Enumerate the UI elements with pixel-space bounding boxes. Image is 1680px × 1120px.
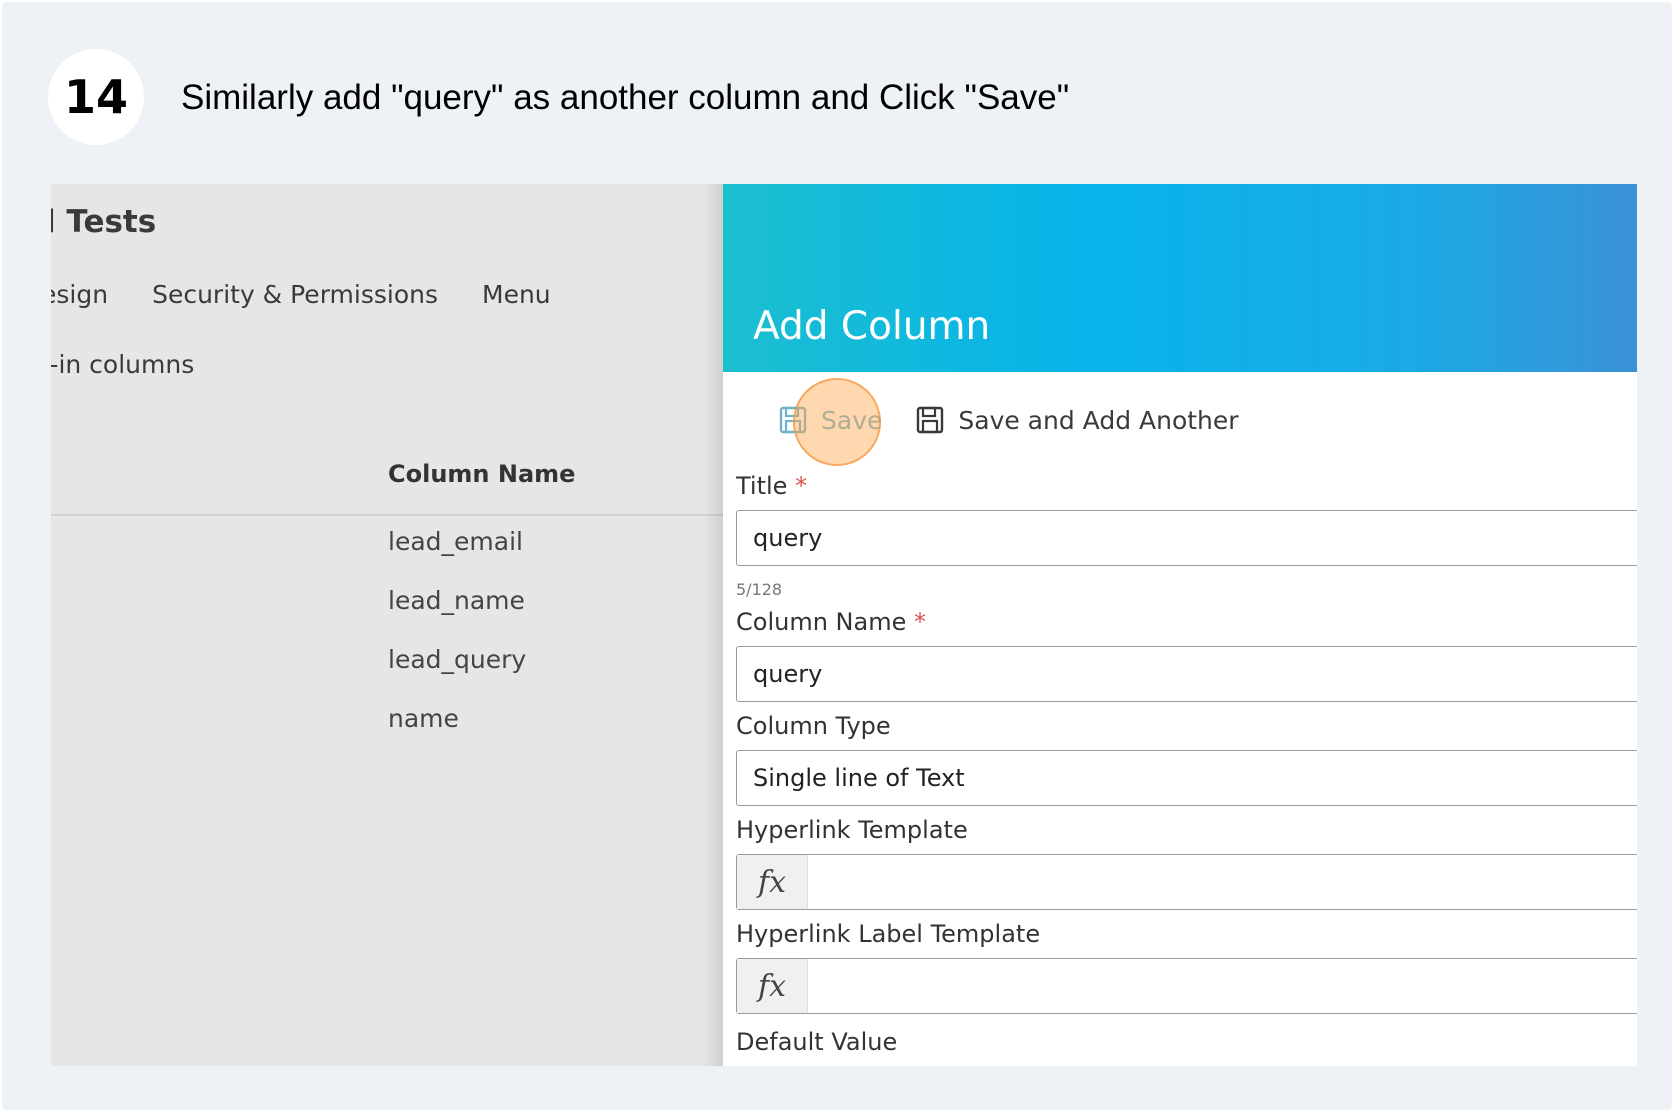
fx-icon[interactable]: fx	[737, 959, 808, 1013]
save-button[interactable]: Save	[779, 377, 883, 466]
panel-title: Add Column	[753, 304, 991, 349]
step-number: 14	[63, 70, 128, 124]
panel-shadow	[703, 184, 723, 1066]
column-type-select[interactable]: Single line of Text	[736, 750, 1637, 806]
tab-design[interactable]: esign	[51, 280, 108, 309]
floppy-disk-icon	[779, 406, 807, 434]
hyperlink-label-template-input[interactable]: fx	[736, 958, 1637, 1014]
title-label-text: Title	[736, 472, 788, 500]
panel-header: Add Column	[723, 184, 1637, 372]
required-mark: *	[795, 472, 808, 500]
columns-table: lead_email lead_name lead_query name	[388, 527, 526, 763]
tab-security-permissions[interactable]: Security & Permissions	[152, 280, 438, 309]
title-char-counter: 5/128	[736, 580, 783, 599]
save-and-add-another-button[interactable]: Save and Add Another	[916, 405, 1239, 435]
default-value-label: Default Value	[736, 1028, 898, 1056]
table-row[interactable]: lead_name	[388, 586, 526, 645]
column-name-label: Column Name *	[736, 608, 926, 636]
screenshot-area: l Tests esign Security & Permissions Men…	[51, 184, 1637, 1066]
panel-toolbar: Save Save and Add Another	[779, 377, 1239, 466]
required-mark: *	[913, 608, 926, 636]
fx-icon[interactable]: fx	[737, 855, 808, 909]
column-type-value: Single line of Text	[753, 764, 965, 792]
column-name-label-text: Column Name	[736, 608, 907, 636]
column-name-input[interactable]: query	[736, 646, 1637, 702]
table-divider	[51, 514, 723, 516]
builtin-columns-link[interactable]: :-in columns	[51, 350, 194, 379]
table-row[interactable]: name	[388, 704, 526, 763]
tab-bar: esign Security & Permissions Menu	[51, 280, 551, 309]
background-app: l Tests esign Security & Permissions Men…	[51, 184, 723, 1066]
hyperlink-label-template-label: Hyperlink Label Template	[736, 920, 1041, 948]
floppy-disk-icon	[916, 406, 944, 434]
tab-menu[interactable]: Menu	[482, 280, 551, 309]
tutorial-card: 14 Similarly add "query" as another colu…	[2, 2, 1672, 1110]
step-instruction: Similarly add "query" as another column …	[181, 78, 1070, 117]
save-and-add-another-label: Save and Add Another	[958, 405, 1239, 435]
save-button-label: Save	[821, 405, 883, 435]
table-row[interactable]: lead_email	[388, 527, 526, 586]
hyperlink-template-input[interactable]: fx	[736, 854, 1637, 910]
title-label: Title *	[736, 472, 807, 500]
column-name-input-value: query	[753, 660, 823, 688]
column-name-header: Column Name	[388, 460, 576, 488]
page-title: l Tests	[51, 204, 157, 240]
step-number-badge: 14	[48, 49, 144, 145]
add-column-panel: Add Column Save Save and Add Another Tit…	[723, 184, 1637, 1066]
hyperlink-template-label: Hyperlink Template	[736, 816, 968, 844]
column-type-label: Column Type	[736, 712, 891, 740]
title-input[interactable]: query	[736, 510, 1637, 566]
table-row[interactable]: lead_query	[388, 645, 526, 704]
title-input-value: query	[753, 524, 823, 552]
